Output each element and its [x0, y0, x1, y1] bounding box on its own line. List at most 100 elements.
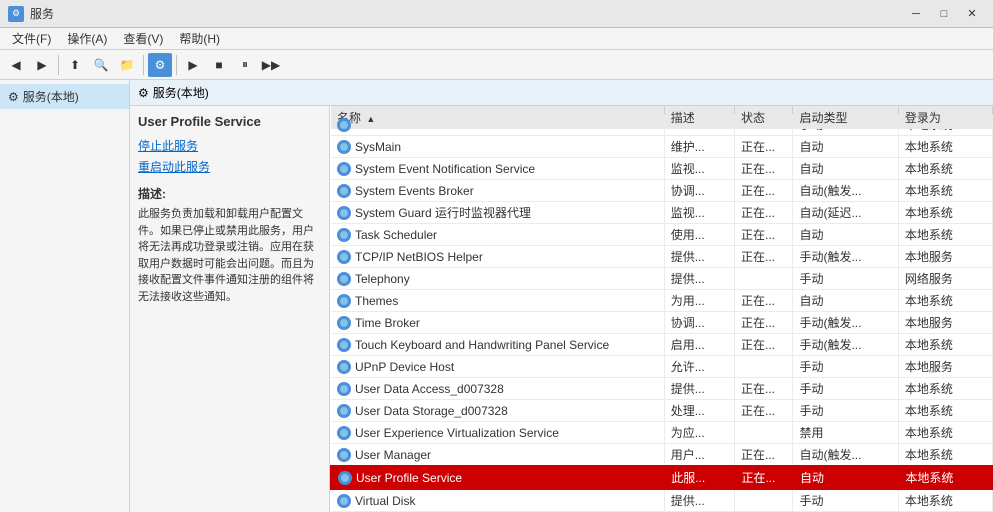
toolbar-back[interactable]: ◀ — [4, 53, 28, 77]
toolbar-restart[interactable]: ▶▶ — [259, 53, 283, 77]
cell-desc: 处理... — [664, 400, 734, 422]
cell-desc: 提供... — [664, 246, 734, 268]
cell-startup: 自动(触发... — [793, 180, 898, 202]
col-header-login[interactable]: 登录为 — [898, 106, 992, 130]
service-description-panel: User Profile Service 停止此服务 重启动此服务 描述: 此服… — [130, 106, 330, 512]
table-row[interactable]: Virtual Disk提供...手动本地系统 — [331, 489, 992, 512]
toolbar-play[interactable]: ▶ — [181, 53, 205, 77]
service-icon — [337, 162, 351, 176]
services-table-container[interactable]: 名称 ▲ 描述 状态 启动类型 登录为 SwitchBoard手动本地系统Sys… — [330, 106, 993, 512]
table-row[interactable]: User Manager用户...正在...自动(触发...本地系统 — [331, 444, 992, 467]
cell-desc: 为应... — [664, 422, 734, 444]
cell-name: Task Scheduler — [331, 224, 664, 246]
menu-help[interactable]: 帮助(H) — [171, 28, 228, 49]
minimize-button[interactable]: ─ — [903, 4, 929, 24]
title-bar-controls: ─ □ ✕ — [903, 4, 985, 24]
toolbar-folders[interactable]: 📁 — [115, 53, 139, 77]
service-icon — [337, 184, 351, 198]
cell-desc: 此服... — [664, 466, 734, 489]
table-row[interactable]: User Profile Service此服...正在...自动本地系统 — [331, 466, 992, 489]
col-header-desc[interactable]: 描述 — [664, 106, 734, 130]
table-row[interactable]: Themes为用...正在...自动本地系统 — [331, 290, 992, 312]
cell-login: 本地系统 — [898, 224, 992, 246]
menu-action[interactable]: 操作(A) — [59, 28, 115, 49]
service-icon — [337, 140, 351, 154]
cell-status: 正在... — [734, 466, 793, 489]
cell-login: 本地服务 — [898, 356, 992, 378]
toolbar-sep1 — [58, 55, 59, 75]
service-icon — [337, 316, 351, 330]
menu-file[interactable]: 文件(F) — [4, 28, 59, 49]
table-row[interactable]: User Experience Virtualization Service为应… — [331, 422, 992, 444]
table-row[interactable]: System Guard 运行时监视器代理监视...正在...自动(延迟...本… — [331, 202, 992, 224]
cell-status: 正在... — [734, 400, 793, 422]
cell-status — [734, 356, 793, 378]
toolbar-sep3 — [176, 55, 177, 75]
cell-status: 正在... — [734, 180, 793, 202]
cell-login: 本地系统 — [898, 489, 992, 512]
cell-login: 本地系统 — [898, 158, 992, 180]
service-icon — [337, 294, 351, 308]
table-row[interactable]: TCP/IP NetBIOS Helper提供...正在...手动(触发...本… — [331, 246, 992, 268]
left-panel: ⚙ 服务(本地) — [0, 80, 130, 512]
table-row[interactable]: SysMain维护...正在...自动本地系统 — [331, 136, 992, 158]
cell-login: 本地系统 — [898, 202, 992, 224]
cell-desc: 提供... — [664, 378, 734, 400]
cell-startup: 手动(触发... — [793, 312, 898, 334]
table-row[interactable]: User Data Storage_d007328处理...正在...手动本地系… — [331, 400, 992, 422]
cell-login: 网络服务 — [898, 268, 992, 290]
col-header-name[interactable]: 名称 ▲ — [331, 106, 664, 130]
cell-startup: 自动(延迟... — [793, 202, 898, 224]
toolbar-search[interactable]: 🔍 — [89, 53, 113, 77]
left-panel-item-local[interactable]: ⚙ 服务(本地) — [0, 84, 129, 109]
table-row[interactable]: User Data Access_d007328提供...正在...手动本地系统 — [331, 378, 992, 400]
toolbar: ◀ ▶ ⬆ 🔍 📁 ⚙ ▶ ■ ⏸ ▶▶ — [0, 50, 993, 80]
col-header-startup[interactable]: 启动类型 — [793, 106, 898, 130]
right-header-icon: ⚙ — [138, 86, 149, 100]
toolbar-sep2 — [143, 55, 144, 75]
cell-name: User Manager — [331, 444, 664, 467]
table-row[interactable]: System Events Broker协调...正在...自动(触发...本地… — [331, 180, 992, 202]
cell-desc: 提供... — [664, 489, 734, 512]
cell-name: UPnP Device Host — [331, 356, 664, 378]
toolbar-forward[interactable]: ▶ — [30, 53, 54, 77]
table-row[interactable]: Touch Keyboard and Handwriting Panel Ser… — [331, 334, 992, 356]
table-row[interactable]: System Event Notification Service监视...正在… — [331, 158, 992, 180]
service-icon — [337, 206, 351, 220]
toolbar-up[interactable]: ⬆ — [63, 53, 87, 77]
cell-desc: 维护... — [664, 136, 734, 158]
cell-desc: 为用... — [664, 290, 734, 312]
table-row[interactable]: Time Broker协调...正在...手动(触发...本地服务 — [331, 312, 992, 334]
toolbar-stop[interactable]: ■ — [207, 53, 231, 77]
right-panel-header: ⚙ 服务(本地) — [130, 80, 993, 106]
table-row[interactable]: Task Scheduler使用...正在...自动本地系统 — [331, 224, 992, 246]
close-button[interactable]: ✕ — [959, 4, 985, 24]
maximize-button[interactable]: □ — [931, 4, 957, 24]
col-header-status[interactable]: 状态 — [734, 106, 793, 130]
menu-view[interactable]: 查看(V) — [115, 28, 171, 49]
service-title: User Profile Service — [138, 114, 321, 129]
toolbar-pause[interactable]: ⏸ — [233, 53, 257, 77]
menu-bar: 文件(F) 操作(A) 查看(V) 帮助(H) — [0, 28, 993, 50]
sort-arrow: ▲ — [366, 114, 375, 124]
restart-service-link[interactable]: 重启动此服务 — [138, 158, 321, 175]
cell-login: 本地系统 — [898, 334, 992, 356]
table-row[interactable]: Telephony提供...手动网络服务 — [331, 268, 992, 290]
cell-login: 本地服务 — [898, 246, 992, 268]
cell-startup: 自动 — [793, 158, 898, 180]
cell-status: 正在... — [734, 246, 793, 268]
cell-startup: 手动(触发... — [793, 246, 898, 268]
table-row[interactable]: UPnP Device Host允许...手动本地服务 — [331, 356, 992, 378]
cell-status: 正在... — [734, 290, 793, 312]
cell-name: System Events Broker — [331, 180, 664, 202]
toolbar-service-icon[interactable]: ⚙ — [148, 53, 172, 77]
cell-desc: 启用... — [664, 334, 734, 356]
left-panel-label: 服务(本地) — [23, 88, 79, 105]
service-icon — [337, 228, 351, 242]
service-icon — [337, 404, 351, 418]
cell-status — [734, 489, 793, 512]
service-icon — [337, 494, 351, 508]
stop-service-link[interactable]: 停止此服务 — [138, 137, 321, 154]
main-container: ⚙ 服务(本地) ⚙ 服务(本地) User Profile Service 停… — [0, 80, 993, 512]
cell-name: User Data Storage_d007328 — [331, 400, 664, 422]
